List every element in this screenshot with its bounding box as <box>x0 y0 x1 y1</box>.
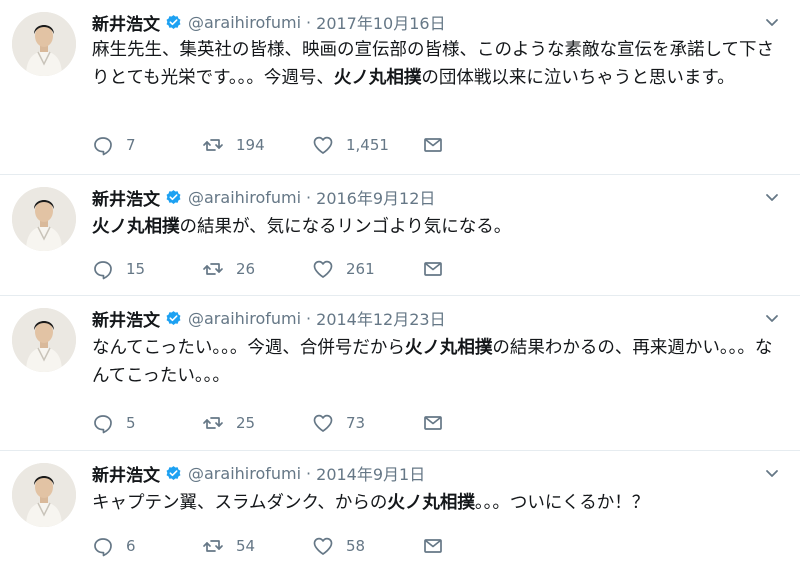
tweet-text: キャプテン翼、スラムダンク、からの火ノ丸相撲。。。ついにくるか！？ <box>92 493 650 513</box>
like-button[interactable]: 58 <box>312 535 422 557</box>
chevron-down-icon[interactable] <box>764 14 780 30</box>
separator-dot: · <box>306 463 312 483</box>
like-button[interactable]: 73 <box>312 412 422 434</box>
heart-icon <box>313 537 333 555</box>
verified-badge-icon <box>165 13 182 30</box>
author-name[interactable]: 新井浩文 <box>92 185 160 210</box>
verified-badge-icon <box>165 188 182 205</box>
verified-badge-icon <box>165 464 182 481</box>
reply-icon <box>94 137 112 156</box>
chevron-down-icon[interactable] <box>764 465 780 481</box>
retweet-count: 25 <box>236 414 256 432</box>
separator-dot: · <box>306 187 312 207</box>
envelope-icon <box>424 416 442 430</box>
tweet-actions: 15 26 261 <box>92 258 444 280</box>
chevron-down-icon[interactable] <box>764 310 780 326</box>
hashtag-highlight: 火ノ丸相撲 <box>333 68 422 88</box>
author-handle[interactable]: @araihirofumi <box>188 309 301 328</box>
tweet-date[interactable]: 2014年12月23日 <box>316 306 445 330</box>
heart-icon <box>313 260 333 278</box>
hashtag-highlight: 火ノ丸相撲 <box>92 217 180 237</box>
retweet-button[interactable]: 26 <box>202 258 312 280</box>
reply-icon <box>94 415 112 434</box>
tweet-text: なんてこったい。。。今週、合併号だから火ノ丸相撲の結果わかるの、再来週かい。。。… <box>92 338 773 386</box>
like-count: 261 <box>346 260 375 278</box>
author-name[interactable]: 新井浩文 <box>92 461 160 486</box>
retweet-count: 194 <box>236 136 265 154</box>
tweet-header: 新井浩文 @araihirofumi · 2014年9月1日 <box>92 461 425 486</box>
retweet-button[interactable]: 194 <box>202 134 312 156</box>
separator-dot: · <box>306 308 312 328</box>
reply-count: 5 <box>126 414 136 432</box>
avatar[interactable] <box>12 12 76 76</box>
envelope-icon <box>424 539 442 553</box>
tweet-date[interactable]: 2014年9月1日 <box>316 461 425 485</box>
like-count: 58 <box>346 537 366 555</box>
envelope-icon <box>424 138 442 152</box>
retweet-icon <box>203 139 223 151</box>
reply-count: 7 <box>126 136 136 154</box>
avatar[interactable] <box>12 463 76 527</box>
hashtag-highlight: 火ノ丸相撲 <box>404 338 493 358</box>
author-handle[interactable]: @araihirofumi <box>188 464 301 483</box>
chevron-down-icon[interactable] <box>764 189 780 205</box>
retweet-button[interactable]: 54 <box>202 535 312 557</box>
tweet-date[interactable]: 2017年10月16日 <box>316 10 445 34</box>
dm-button[interactable] <box>422 258 444 280</box>
dm-button[interactable] <box>422 535 444 557</box>
envelope-icon <box>424 262 442 276</box>
tweet-timeline: 新井浩文 @araihirofumi · 2017年10月16日 麻生先生、集英… <box>0 0 800 570</box>
tweet-text: 火ノ丸相撲の結果が、気になるリンゴより気になる。 <box>92 217 512 237</box>
hashtag-highlight: 火ノ丸相撲 <box>387 493 475 513</box>
retweet-icon <box>203 540 223 552</box>
like-button[interactable]: 1,451 <box>312 134 422 156</box>
reply-button[interactable]: 6 <box>92 535 202 557</box>
retweet-icon <box>203 263 223 275</box>
reply-count: 6 <box>126 537 136 555</box>
separator-dot: · <box>306 12 312 32</box>
heart-icon <box>313 414 333 432</box>
tweet-header: 新井浩文 @araihirofumi · 2016年9月12日 <box>92 185 435 210</box>
author-handle[interactable]: @araihirofumi <box>188 188 301 207</box>
retweet-count: 54 <box>236 537 256 555</box>
tweet[interactable]: 新井浩文 @araihirofumi · 2014年9月1日 キャプテン翼、スラ… <box>0 451 800 570</box>
heart-icon <box>313 136 333 154</box>
retweet-count: 26 <box>236 260 256 278</box>
author-name[interactable]: 新井浩文 <box>92 306 160 331</box>
tweet-header: 新井浩文 @araihirofumi · 2017年10月16日 <box>92 10 446 35</box>
tweet[interactable]: 新井浩文 @araihirofumi · 2016年9月12日 火ノ丸相撲の結果… <box>0 175 800 296</box>
reply-icon <box>94 261 112 280</box>
dm-button[interactable] <box>422 134 444 156</box>
author-handle[interactable]: @araihirofumi <box>188 13 301 32</box>
tweet-header: 新井浩文 @araihirofumi · 2014年12月23日 <box>92 306 446 331</box>
dm-button[interactable] <box>422 412 444 434</box>
like-count: 73 <box>346 414 366 432</box>
like-count: 1,451 <box>346 136 389 154</box>
tweet[interactable]: 新井浩文 @araihirofumi · 2017年10月16日 麻生先生、集英… <box>0 0 800 175</box>
tweet[interactable]: 新井浩文 @araihirofumi · 2014年12月23日 なんてこったい… <box>0 296 800 451</box>
author-name[interactable]: 新井浩文 <box>92 10 160 35</box>
reply-button[interactable]: 5 <box>92 412 202 434</box>
avatar[interactable] <box>12 308 76 372</box>
like-button[interactable]: 261 <box>312 258 422 280</box>
avatar[interactable] <box>12 187 76 251</box>
reply-button[interactable]: 15 <box>92 258 202 280</box>
tweet-text: 麻生先生、集英社の皆様、映画の宣伝部の皆様、このような素敵な宣伝を承諾して下さり… <box>92 40 774 88</box>
tweet-date[interactable]: 2016年9月12日 <box>316 185 435 209</box>
reply-count: 15 <box>126 260 146 278</box>
reply-icon <box>94 538 112 557</box>
tweet-actions: 7 194 1,451 <box>92 134 444 156</box>
retweet-button[interactable]: 25 <box>202 412 312 434</box>
verified-badge-icon <box>165 309 182 326</box>
reply-button[interactable]: 7 <box>92 134 202 156</box>
tweet-actions: 6 54 58 <box>92 535 444 557</box>
retweet-icon <box>203 417 223 429</box>
tweet-actions: 5 25 73 <box>92 412 444 434</box>
